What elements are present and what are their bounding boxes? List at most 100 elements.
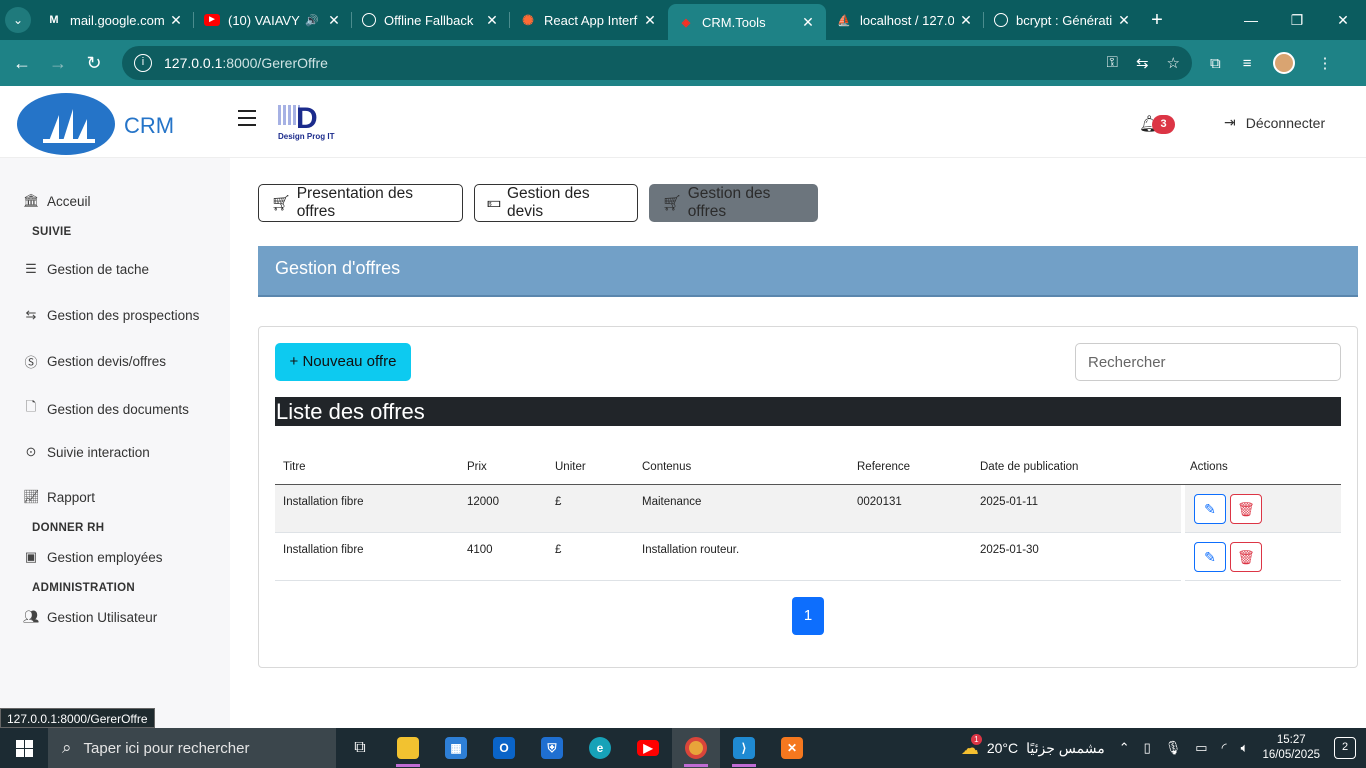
- volume-icon[interactable]: 🔈︎: [1241, 740, 1249, 756]
- media-icon[interactable]: ≡: [1243, 55, 1252, 72]
- sidebar-item-interaction[interactable]: ⊙ Suivie interaction: [23, 444, 150, 460]
- coin-icon: Ⓢ: [24, 355, 38, 370]
- vscode-icon[interactable]: ⟩: [720, 728, 768, 768]
- hamburger-menu-icon[interactable]: [238, 110, 256, 131]
- microphone-icon[interactable]: 🎙︎: [1165, 740, 1182, 756]
- tab-crm-tools[interactable]: ◈ CRM.Tools ✕: [668, 4, 826, 40]
- tab-youtube[interactable]: ▶ (10) VAIAVY 🔊 ✕: [194, 0, 352, 40]
- gmail-icon: M: [49, 14, 59, 26]
- cell-uniter: £: [555, 496, 562, 508]
- sidebar-item-prospections[interactable]: ⇆ Gestion des prospections: [23, 307, 200, 323]
- edit-button[interactable]: ✎: [1194, 494, 1226, 524]
- sidebar-item-devis-offres[interactable]: Ⓢ Gestion devis/offres: [23, 352, 166, 371]
- pencil-icon: ✎: [1204, 549, 1216, 565]
- browser-tab-bar: ⌄ M mail.google.com ✕ ▶ (10) VAIAVY 🔊 ✕ …: [0, 0, 1366, 40]
- battery-icon[interactable]: ▭: [1195, 740, 1207, 756]
- cell-titre: Installation fibre: [283, 544, 364, 556]
- app-header: CRM D Design Prog IT 🔔︎ 3 ⇥ Déconnecter: [0, 86, 1366, 158]
- cell-titre: Installation fibre: [283, 496, 364, 508]
- close-icon[interactable]: ✕: [958, 12, 974, 29]
- sidebar-item-rapport[interactable]: 📈︎ Rapport: [23, 489, 95, 505]
- sidebar-item-tache[interactable]: ☰ Gestion de tache: [23, 261, 149, 277]
- chrome-icon[interactable]: [672, 728, 720, 768]
- globe-icon: [362, 13, 376, 27]
- tab-localhost[interactable]: ⛵ localhost / 127.0 ✕: [826, 0, 984, 40]
- tab-react[interactable]: ✺ React App Interf ✕: [510, 0, 668, 40]
- presentation-offres-button[interactable]: 🛒︎ Presentation des offres: [258, 184, 463, 222]
- outlook-icon[interactable]: O: [480, 728, 528, 768]
- star-icon[interactable]: ☆: [1167, 54, 1180, 72]
- youtube-icon[interactable]: ▶: [624, 728, 672, 768]
- gestion-offres-button[interactable]: 🛒︎ Gestion des offres: [649, 184, 818, 222]
- pagination-page[interactable]: 1: [792, 597, 824, 635]
- notification-badge[interactable]: 3: [1152, 115, 1175, 134]
- system-tray: ☁ 1 20°C مشمس جزئيًا ⌃ ▯ 🎙︎ ▭ ◜ 🔈︎ 15:27 …: [961, 733, 1366, 763]
- back-icon[interactable]: ←: [4, 53, 40, 74]
- weather-widget[interactable]: ☁ 1 20°C مشمس جزئيًا: [961, 733, 1105, 759]
- extensions-icon[interactable]: ⧉: [1210, 55, 1221, 72]
- globe-icon: [994, 13, 1008, 27]
- sidebar-item-documents[interactable]: 🗋︎ Gestion des documents: [23, 398, 189, 420]
- logout-button[interactable]: ⇥ Déconnecter: [1224, 114, 1325, 131]
- cell-reference: 0020131: [857, 496, 902, 508]
- file-explorer-icon[interactable]: [384, 728, 432, 768]
- chart-icon: 📈︎: [23, 489, 40, 504]
- close-icon[interactable]: ✕: [1116, 12, 1132, 29]
- close-icon[interactable]: ✕: [800, 14, 816, 31]
- close-icon[interactable]: ✕: [326, 12, 342, 29]
- delete-button[interactable]: 🗑︎: [1230, 542, 1262, 572]
- cell-contenus: Maitenance: [642, 496, 702, 508]
- close-icon[interactable]: ✕: [642, 12, 658, 29]
- cell-contenus: Installation routeur.: [642, 544, 740, 556]
- phone-icon[interactable]: ▯: [1144, 740, 1151, 756]
- delete-button[interactable]: 🗑︎: [1230, 494, 1262, 524]
- cell-prix: 12000: [467, 496, 499, 508]
- forward-icon[interactable]: →: [40, 53, 76, 74]
- wifi-icon[interactable]: ◜: [1222, 740, 1227, 756]
- tab-search-button[interactable]: ⌄: [0, 0, 36, 40]
- sidebar-item-employees[interactable]: ▣ Gestion employées: [23, 549, 163, 565]
- close-icon[interactable]: ✕: [168, 12, 184, 29]
- taskbar-search[interactable]: ⌕ Taper ici pour rechercher: [48, 728, 336, 768]
- new-offer-button[interactable]: + Nouveau offre: [275, 343, 411, 381]
- minimize-icon[interactable]: —: [1228, 12, 1274, 29]
- tab-gmail[interactable]: M mail.google.com ✕: [36, 0, 194, 40]
- tab-bcrypt[interactable]: bcrypt : Générati ✕: [984, 0, 1142, 40]
- task-view-icon[interactable]: ⧉: [336, 728, 384, 768]
- clock[interactable]: 15:27 16/05/2025: [1262, 733, 1320, 763]
- window-controls: — ❐ ✕: [1228, 12, 1366, 29]
- site-info-icon[interactable]: i: [134, 54, 152, 72]
- list-icon: ☰: [25, 261, 37, 276]
- new-tab-button[interactable]: +: [1142, 9, 1172, 32]
- defender-icon[interactable]: ⛨: [528, 728, 576, 768]
- notification-center-icon[interactable]: 2: [1334, 737, 1356, 759]
- windows-start-icon[interactable]: [0, 728, 48, 768]
- translate-icon[interactable]: ⇆: [1136, 54, 1149, 72]
- sidebar-item-acceuil[interactable]: 🏛︎ Acceuil: [23, 193, 91, 209]
- address-bar[interactable]: i 127.0.0.1:8000/GererOffre ⚿ ⇆ ☆: [122, 46, 1192, 80]
- chevron-up-icon[interactable]: ⌃: [1119, 740, 1130, 756]
- trash-icon: 🗑︎: [1237, 549, 1255, 565]
- gestion-devis-button[interactable]: 💵︎ Gestion des devis: [474, 184, 638, 222]
- store-icon[interactable]: ▦: [432, 728, 480, 768]
- crm-logo[interactable]: [17, 93, 115, 155]
- tab-offline[interactable]: Offline Fallback ✕: [352, 0, 510, 40]
- col-prix: Prix: [467, 461, 487, 473]
- search-input[interactable]: [1075, 343, 1341, 381]
- profile-avatar[interactable]: [1273, 52, 1296, 74]
- key-icon[interactable]: ⚿: [1107, 54, 1118, 72]
- xampp-icon[interactable]: ✕: [768, 728, 816, 768]
- close-window-icon[interactable]: ✕: [1320, 12, 1366, 29]
- phpmyadmin-icon: ⛵: [837, 14, 851, 27]
- edit-button[interactable]: ✎: [1194, 542, 1226, 572]
- cart-icon: 🛒︎: [662, 194, 682, 212]
- reload-icon[interactable]: ↻: [76, 53, 112, 74]
- menu-dots-icon[interactable]: ⋮: [1317, 54, 1332, 72]
- restore-icon[interactable]: ❐: [1274, 12, 1320, 29]
- sidebar-item-utilisateur[interactable]: 👥︎ Gestion Utilisateur: [23, 609, 157, 625]
- cell-date: 2025-01-30: [980, 544, 1039, 556]
- sidebar-section-rh: DONNER RH: [32, 522, 105, 534]
- speaker-icon[interactable]: 🔊: [304, 12, 320, 28]
- close-icon[interactable]: ✕: [484, 12, 500, 29]
- edge-icon[interactable]: e: [576, 728, 624, 768]
